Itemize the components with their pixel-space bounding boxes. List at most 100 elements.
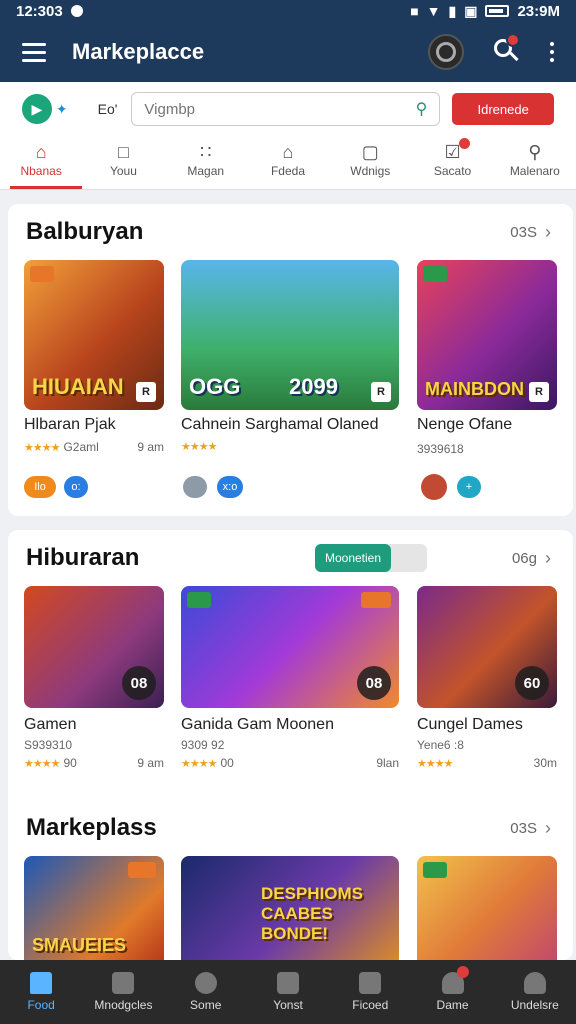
tab-magan[interactable]: ∷ Magan (165, 136, 247, 189)
profile-icon (523, 972, 546, 994)
nav-modules[interactable]: Mnodgcles (82, 960, 164, 1024)
tag-chip[interactable]: Ilo (24, 476, 56, 498)
tab-label: Fdeda (270, 164, 305, 178)
game-thumbnail: 08 (181, 586, 399, 708)
primary-action-button[interactable]: Idrenede (452, 93, 554, 125)
camera-icon[interactable] (428, 34, 464, 70)
lock-icon: ■ (410, 3, 419, 19)
corner-tag (128, 862, 156, 878)
age-rating-icon: R (371, 382, 391, 402)
tag-chip[interactable] (183, 476, 207, 498)
status-time: 12:303 (16, 2, 63, 20)
notification-dot-icon (70, 5, 83, 17)
section-title: Balburyan (26, 218, 144, 245)
check-tag-icon (187, 592, 211, 608)
chevron-right-icon: › (545, 817, 551, 838)
tab-home[interactable]: ⌂ Nbanas (0, 136, 83, 189)
nav-search[interactable]: Some (165, 960, 247, 1024)
star-rating-icon: ★★★★ (24, 757, 60, 770)
game-card[interactable]: HIUAIAN R Hlbaran Pjak ★★★★ G2aml 9 am I… (24, 260, 164, 500)
chevron-right-icon: › (545, 547, 551, 568)
grid-dots-icon: ∷ (199, 142, 212, 162)
toggle-pill[interactable]: Moonetien (315, 544, 427, 572)
game-card[interactable]: 08 Gamen S939310 ★★★★ 90 9 am (24, 586, 164, 776)
nav-dame[interactable]: Dame (411, 960, 493, 1024)
tab-label: Sacato (433, 164, 472, 178)
home-icon: ⌂ (35, 142, 47, 162)
tab-malenaro[interactable]: ⚲ Malenaro (494, 136, 576, 189)
tab-sacato[interactable]: ☑ Sacato (411, 136, 493, 189)
square-icon: □ (117, 142, 129, 162)
tag-chip[interactable]: + (457, 476, 481, 498)
tag-chip[interactable]: o: (64, 476, 88, 498)
age-rating-icon: R (529, 382, 549, 402)
tab-wdnigs[interactable]: ▢ Wdnigs (329, 136, 411, 189)
check-icon (276, 972, 299, 994)
play-logo-icon[interactable]: ▶ (22, 94, 52, 124)
game-thumbnail: DESPHIOMS CAABES BONDE! (181, 856, 399, 960)
game-card[interactable]: DESPHIOMS CAABES BONDE! (181, 856, 399, 960)
game-meta: Yene6 :8 (417, 738, 464, 752)
see-more-link[interactable]: 06g › (512, 548, 551, 569)
notification-badge (456, 966, 469, 978)
tab-label: Malenaro (509, 164, 560, 178)
see-more-link[interactable]: 03S › (510, 818, 551, 839)
game-card[interactable]: 60 Cungel Dames Yene6 :8 ★★★★ 30m (417, 586, 557, 776)
game-thumbnail (417, 856, 557, 960)
house-outline-icon: ⌂ (282, 142, 294, 162)
bottom-navigation: Food Mnodgcles Some Yonst Ficoed Dame Un… (0, 960, 576, 1024)
window-icon: ▢ (361, 142, 379, 162)
search-box[interactable]: ⚲ (131, 92, 441, 126)
rating-row: ★★★★ 00 9lan (181, 756, 399, 770)
section-balburyan: Balburyan 03S › HIUAIAN R Hlbaran Pjak ★★… (8, 204, 573, 516)
check-tag-icon (423, 266, 447, 282)
game-thumbnail: SMAUEIES (24, 856, 164, 960)
rating-row: ★★★★ 90 9 am (24, 756, 164, 770)
game-name: Nenge Ofane (417, 416, 513, 433)
menu-icon[interactable] (22, 42, 46, 62)
search-icon: ⚲ (528, 142, 542, 162)
game-thumbnail: 60 (417, 586, 557, 708)
game-name: Gamen (24, 716, 77, 733)
nav-yonst[interactable]: Yonst (247, 960, 329, 1024)
grid-icon (112, 972, 135, 994)
tab-youu[interactable]: □ Youu (82, 136, 164, 189)
game-card[interactable]: OGG 2099 R Cahnein Sarghamal Olaned ★★★★… (181, 260, 399, 500)
age-rating-icon: R (136, 382, 156, 402)
nav-home[interactable]: Food (0, 960, 82, 1024)
status-right-time: 23:9M (517, 2, 560, 20)
game-meta: 3939618 (417, 442, 464, 456)
rating-row: ★★★★ 30m (417, 756, 557, 770)
nav-feed[interactable]: Ficoed (329, 960, 411, 1024)
tab-label: Magan (187, 164, 225, 178)
star-rating-icon: ★★★★ (417, 757, 453, 770)
rating-row: ★★★★ G2aml 9 am (24, 440, 164, 454)
section-title: Markeplass (26, 814, 157, 841)
notification-badge (506, 33, 520, 47)
home-icon (30, 972, 53, 994)
app-title: Markeplacce (72, 39, 205, 64)
battery-icon (485, 5, 510, 17)
search-icon[interactable] (494, 33, 520, 65)
section-title: Hiburaran (26, 544, 140, 571)
game-card[interactable]: MAINBDON R Nenge Ofane 3939618 + (417, 260, 557, 500)
game-card[interactable]: 08 Ganida Gam Moonen 9309 92 ★★★★ 00 9la… (181, 586, 399, 776)
search-input[interactable] (144, 100, 416, 118)
tab-label: Youu (109, 164, 137, 178)
game-thumbnail: HIUAIAN R (24, 260, 164, 410)
avatar[interactable] (421, 474, 447, 500)
nav-profile[interactable]: Undelsre (494, 960, 576, 1024)
rating-row: ★★★★ (181, 440, 399, 453)
search-mini-icon[interactable]: ⚲ (416, 99, 428, 119)
game-name: Cungel Dames (417, 716, 523, 733)
game-card[interactable]: SMAUEIES (24, 856, 164, 960)
tab-fdeda[interactable]: ⌂ Fdeda (247, 136, 329, 189)
check-tag-icon (423, 862, 447, 878)
game-card[interactable] (417, 856, 557, 960)
tag-chip[interactable]: x:o (217, 476, 243, 498)
more-options-icon[interactable] (550, 42, 554, 62)
game-meta: 9309 92 (181, 738, 225, 752)
star-rating-icon: ★★★★ (181, 757, 217, 770)
see-more-link[interactable]: 03S › (510, 222, 551, 243)
section-markeplass-header: Markeplass 03S › (26, 814, 551, 842)
